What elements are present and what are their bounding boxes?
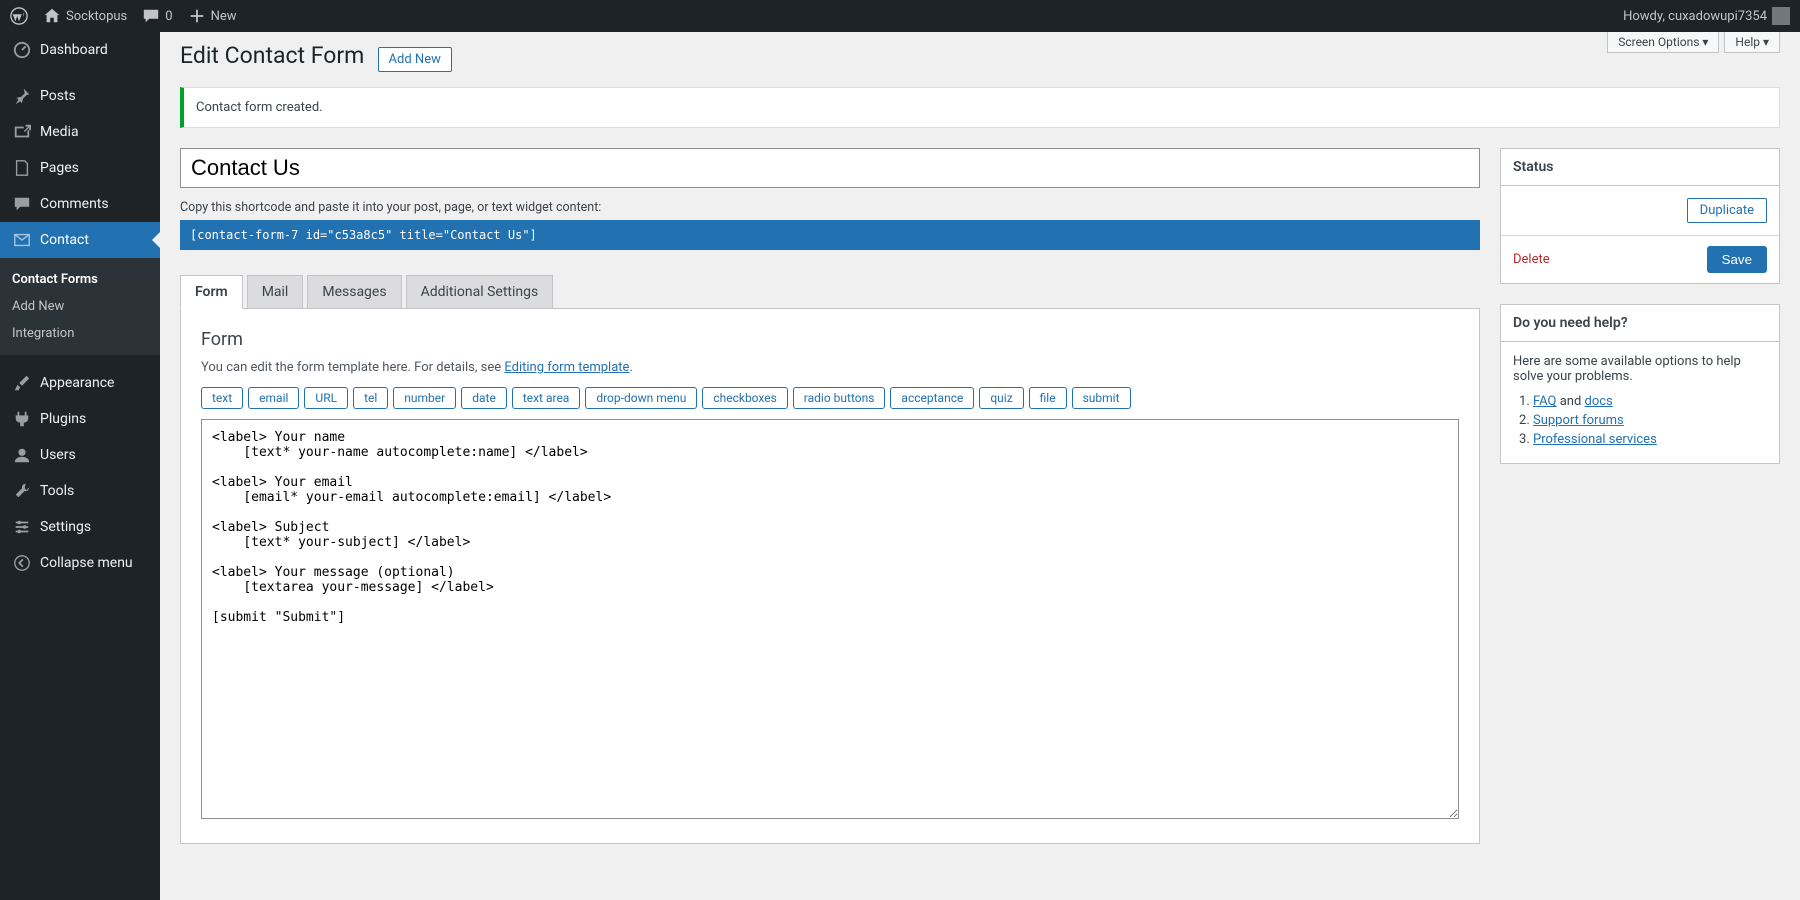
sidebar-item-contact[interactable]: Contact — [0, 222, 160, 258]
tag-file[interactable]: file — [1029, 387, 1067, 409]
sidebar-item-plugins[interactable]: Plugins — [0, 401, 160, 437]
form-panel: Form You can edit the form template here… — [180, 309, 1480, 844]
form-template-editor[interactable] — [201, 419, 1459, 819]
avatar — [1772, 7, 1790, 25]
sidebar-item-media[interactable]: Media — [0, 114, 160, 150]
home-icon — [43, 7, 61, 25]
save-row: Delete Save — [1501, 235, 1779, 283]
sidebar-item-settings[interactable]: Settings — [0, 509, 160, 545]
tag-url[interactable]: URL — [304, 387, 348, 409]
shortcode-label: Copy this shortcode and paste it into yo… — [180, 200, 1480, 215]
shortcode-box[interactable]: [contact-form-7 id="c53a8c5" title="Cont… — [180, 220, 1480, 250]
wp-logo[interactable] — [10, 7, 28, 25]
status-heading: Status — [1501, 149, 1779, 186]
site-link[interactable]: Socktopus — [43, 7, 127, 25]
sidebar-item-posts[interactable]: Posts — [0, 78, 160, 114]
sliders-icon — [12, 517, 32, 537]
professional-link[interactable]: Professional services — [1533, 432, 1657, 447]
sidebar-item-users[interactable]: Users — [0, 437, 160, 473]
status-box: Status Duplicate Delete Save — [1500, 148, 1780, 284]
tag-email[interactable]: email — [248, 387, 299, 409]
content-area: Screen Options ▾ Help ▾ Edit Contact For… — [160, 32, 1800, 900]
page-title: Edit Contact Form — [180, 42, 364, 69]
tag-acceptance[interactable]: acceptance — [890, 387, 974, 409]
new-link[interactable]: New — [188, 7, 237, 25]
wordpress-icon — [10, 7, 28, 25]
save-button[interactable]: Save — [1707, 246, 1767, 273]
help-heading: Do you need help? — [1501, 305, 1779, 342]
media-icon — [12, 122, 32, 142]
pin-icon — [12, 86, 32, 106]
success-notice: Contact form created. — [180, 87, 1780, 128]
help-list: FAQ and docs Support forums Professional… — [1533, 394, 1767, 447]
sidebar-item-tools[interactable]: Tools — [0, 473, 160, 509]
delete-link[interactable]: Delete — [1513, 252, 1550, 267]
tab-additional-settings[interactable]: Additional Settings — [406, 275, 554, 309]
form-title-input[interactable] — [180, 148, 1480, 188]
screen-controls: Screen Options ▾ Help ▾ — [1607, 32, 1780, 53]
tab-messages[interactable]: Messages — [307, 275, 401, 309]
page-icon — [12, 158, 32, 178]
tag-quiz[interactable]: quiz — [979, 387, 1023, 409]
envelope-icon — [12, 230, 32, 250]
sidebar-item-pages[interactable]: Pages — [0, 150, 160, 186]
account-link[interactable]: Howdy, cuxadowupi7354 — [1623, 7, 1790, 25]
user-icon — [12, 445, 32, 465]
panel-heading: Form — [201, 329, 1459, 350]
topbar-left: Socktopus 0 New — [10, 7, 237, 25]
brush-icon — [12, 373, 32, 393]
comment-icon — [142, 7, 160, 25]
tag-dropdown[interactable]: drop-down menu — [585, 387, 697, 409]
duplicate-button[interactable]: Duplicate — [1687, 198, 1767, 223]
tag-checkboxes[interactable]: checkboxes — [702, 387, 787, 409]
wrench-icon — [12, 481, 32, 501]
side-column: Status Duplicate Delete Save Do you need… — [1500, 148, 1780, 844]
dashboard-icon — [12, 40, 32, 60]
tag-submit[interactable]: submit — [1072, 387, 1131, 409]
collapse-icon — [12, 553, 32, 573]
tag-textarea[interactable]: text area — [512, 387, 581, 409]
tag-buttons: text email URL tel number date text area… — [201, 387, 1459, 409]
plus-icon — [188, 7, 206, 25]
tag-text[interactable]: text — [201, 387, 243, 409]
sidebar-item-collapse[interactable]: Collapse menu — [0, 545, 160, 581]
help-button[interactable]: Help ▾ — [1724, 32, 1780, 53]
help-box: Do you need help? Here are some availabl… — [1500, 304, 1780, 464]
tab-form[interactable]: Form — [180, 275, 243, 309]
main-column: Copy this shortcode and paste it into yo… — [180, 148, 1480, 844]
sidebar-sub-add-new[interactable]: Add New — [0, 293, 160, 320]
screen-options-button[interactable]: Screen Options ▾ — [1607, 32, 1719, 53]
tag-number[interactable]: number — [393, 387, 456, 409]
admin-topbar: Socktopus 0 New Howdy, cuxadowupi7354 — [0, 0, 1800, 32]
support-link[interactable]: Support forums — [1533, 413, 1624, 428]
plug-icon — [12, 409, 32, 429]
sidebar-submenu: Contact Forms Add New Integration — [0, 258, 160, 355]
tab-bar: Form Mail Messages Additional Settings — [180, 275, 1480, 309]
help-item-faq: FAQ and docs — [1533, 394, 1767, 409]
help-item-support: Support forums — [1533, 413, 1767, 428]
admin-sidebar: Dashboard Posts Media Pages Comments Con… — [0, 32, 160, 900]
sidebar-item-dashboard[interactable]: Dashboard — [0, 32, 160, 68]
sidebar-sub-contact-forms[interactable]: Contact Forms — [0, 266, 160, 293]
comment-icon — [12, 194, 32, 214]
editing-template-link[interactable]: Editing form template — [504, 360, 629, 375]
help-item-prof: Professional services — [1533, 432, 1767, 447]
tab-mail[interactable]: Mail — [247, 275, 304, 309]
tag-date[interactable]: date — [461, 387, 507, 409]
sidebar-sub-integration[interactable]: Integration — [0, 320, 160, 347]
sidebar-item-appearance[interactable]: Appearance — [0, 365, 160, 401]
faq-link[interactable]: FAQ — [1533, 394, 1556, 409]
panel-description: You can edit the form template here. For… — [201, 360, 1459, 375]
sidebar-item-comments[interactable]: Comments — [0, 186, 160, 222]
help-intro: Here are some available options to help … — [1513, 354, 1767, 384]
docs-link[interactable]: docs — [1585, 394, 1613, 409]
tag-radio[interactable]: radio buttons — [793, 387, 886, 409]
topbar-right: Howdy, cuxadowupi7354 — [1623, 7, 1790, 25]
comments-link[interactable]: 0 — [142, 7, 172, 25]
tag-tel[interactable]: tel — [353, 387, 388, 409]
add-new-button[interactable]: Add New — [378, 47, 452, 72]
